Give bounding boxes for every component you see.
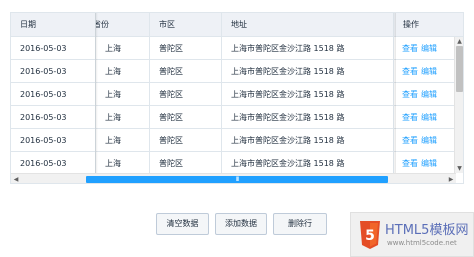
column-header-actions[interactable]: 操作 [394,13,463,37]
province-cell: 上海 [96,83,150,106]
edit-link[interactable]: 编辑 [421,113,437,122]
date-cell: 2016-05-03 [11,37,96,60]
clear-data-button[interactable]: 清空数据 [156,213,209,235]
vertical-scrollbar[interactable]: ▲ ▼ [454,37,463,173]
data-table: 日期 省份 市区 地址 操作 2016-05-03 上海 普陀区 上海市普陀区金… [10,12,464,184]
address-cell: 上海市普陀区金沙江路 1518 路 [222,37,394,60]
vertical-scroll-thumb[interactable] [456,46,463,92]
district-cell: 普陀区 [150,60,222,83]
address-cell: 上海市普陀区金沙江路 1518 路 [222,60,394,83]
scroll-up-arrow-icon[interactable]: ▲ [455,37,463,46]
address-cell: 上海市普陀区金沙江路 1518 路 [222,106,394,129]
view-link[interactable]: 查看 [402,67,418,76]
table-row[interactable]: 2016-05-03 上海 普陀区 上海市普陀区金沙江路 1518 路 查看 编辑 [11,37,463,60]
view-link[interactable]: 查看 [402,159,418,168]
district-cell: 普陀区 [150,83,222,106]
watermark-title: HTML5模板网 [385,223,469,238]
site-watermark: 5 HTML5模板网 www.html5code.net [350,212,474,257]
province-cell: 上海 [96,152,150,173]
edit-link[interactable]: 编辑 [421,90,437,99]
column-header-date[interactable]: 日期 [11,13,96,37]
column-header-address[interactable]: 地址 [222,13,394,37]
table-row[interactable]: 2016-05-03 上海 普陀区 上海市普陀区金沙江路 1518 路 查看 编辑 [11,106,463,129]
date-cell: 2016-05-03 [11,129,96,152]
scroll-left-arrow-icon[interactable]: ◀ [11,174,21,183]
horizontal-scrollbar[interactable]: ◀ III ▶ [11,173,456,183]
scroll-down-arrow-icon[interactable]: ▼ [455,164,463,173]
edit-link[interactable]: 编辑 [421,44,437,53]
province-cell: 上海 [96,37,150,60]
view-link[interactable]: 查看 [402,44,418,53]
table-header: 日期 省份 市区 地址 操作 [11,13,463,37]
date-cell: 2016-05-03 [11,83,96,106]
district-cell: 普陀区 [150,37,222,60]
scroll-right-arrow-icon[interactable]: ▶ [446,174,456,183]
add-data-button[interactable]: 添加数据 [215,213,267,235]
actions-cell: 查看 编辑 [394,60,456,83]
edit-link[interactable]: 编辑 [421,159,437,168]
fixed-column-shadow-left [95,13,98,173]
table-row[interactable]: 2016-05-03 上海 普陀区 上海市普陀区金沙江路 1518 路 查看 编辑 [11,152,463,173]
table-body: 2016-05-03 上海 普陀区 上海市普陀区金沙江路 1518 路 查看 编辑… [11,37,463,173]
table-row[interactable]: 2016-05-03 上海 普陀区 上海市普陀区金沙江路 1518 路 查看 编辑 [11,60,463,83]
table-row[interactable]: 2016-05-03 上海 普陀区 上海市普陀区金沙江路 1518 路 查看 编辑 [11,129,463,152]
watermark-url: www.html5code.net [387,239,457,247]
view-link[interactable]: 查看 [402,113,418,122]
html5-shield-icon: 5 [360,221,380,249]
edit-link[interactable]: 编辑 [421,136,437,145]
svg-text:5: 5 [365,228,375,244]
date-cell: 2016-05-03 [11,60,96,83]
fixed-column-shadow-right [393,13,396,173]
actions-cell: 查看 编辑 [394,83,456,106]
province-cell: 上海 [96,60,150,83]
actions-cell: 查看 编辑 [394,152,456,173]
district-cell: 普陀区 [150,129,222,152]
address-cell: 上海市普陀区金沙江路 1518 路 [222,152,394,173]
province-cell: 上海 [96,106,150,129]
delete-row-button[interactable]: 删除行 [273,213,327,235]
date-cell: 2016-05-03 [11,106,96,129]
address-cell: 上海市普陀区金沙江路 1518 路 [222,129,394,152]
column-header-province[interactable]: 省份 [96,13,150,37]
actions-cell: 查看 编辑 [394,129,456,152]
horizontal-scroll-thumb[interactable]: III [86,176,388,183]
edit-link[interactable]: 编辑 [421,67,437,76]
district-cell: 普陀区 [150,152,222,173]
actions-cell: 查看 编辑 [394,106,456,129]
address-cell: 上海市普陀区金沙江路 1518 路 [222,83,394,106]
view-link[interactable]: 查看 [402,90,418,99]
view-link[interactable]: 查看 [402,136,418,145]
column-header-district[interactable]: 市区 [150,13,222,37]
scroll-grip-icon: III [235,176,239,183]
actions-cell: 查看 编辑 [394,37,456,60]
table-row[interactable]: 2016-05-03 上海 普陀区 上海市普陀区金沙江路 1518 路 查看 编辑 [11,83,463,106]
district-cell: 普陀区 [150,106,222,129]
date-cell: 2016-05-03 [11,152,96,173]
province-cell: 上海 [96,129,150,152]
